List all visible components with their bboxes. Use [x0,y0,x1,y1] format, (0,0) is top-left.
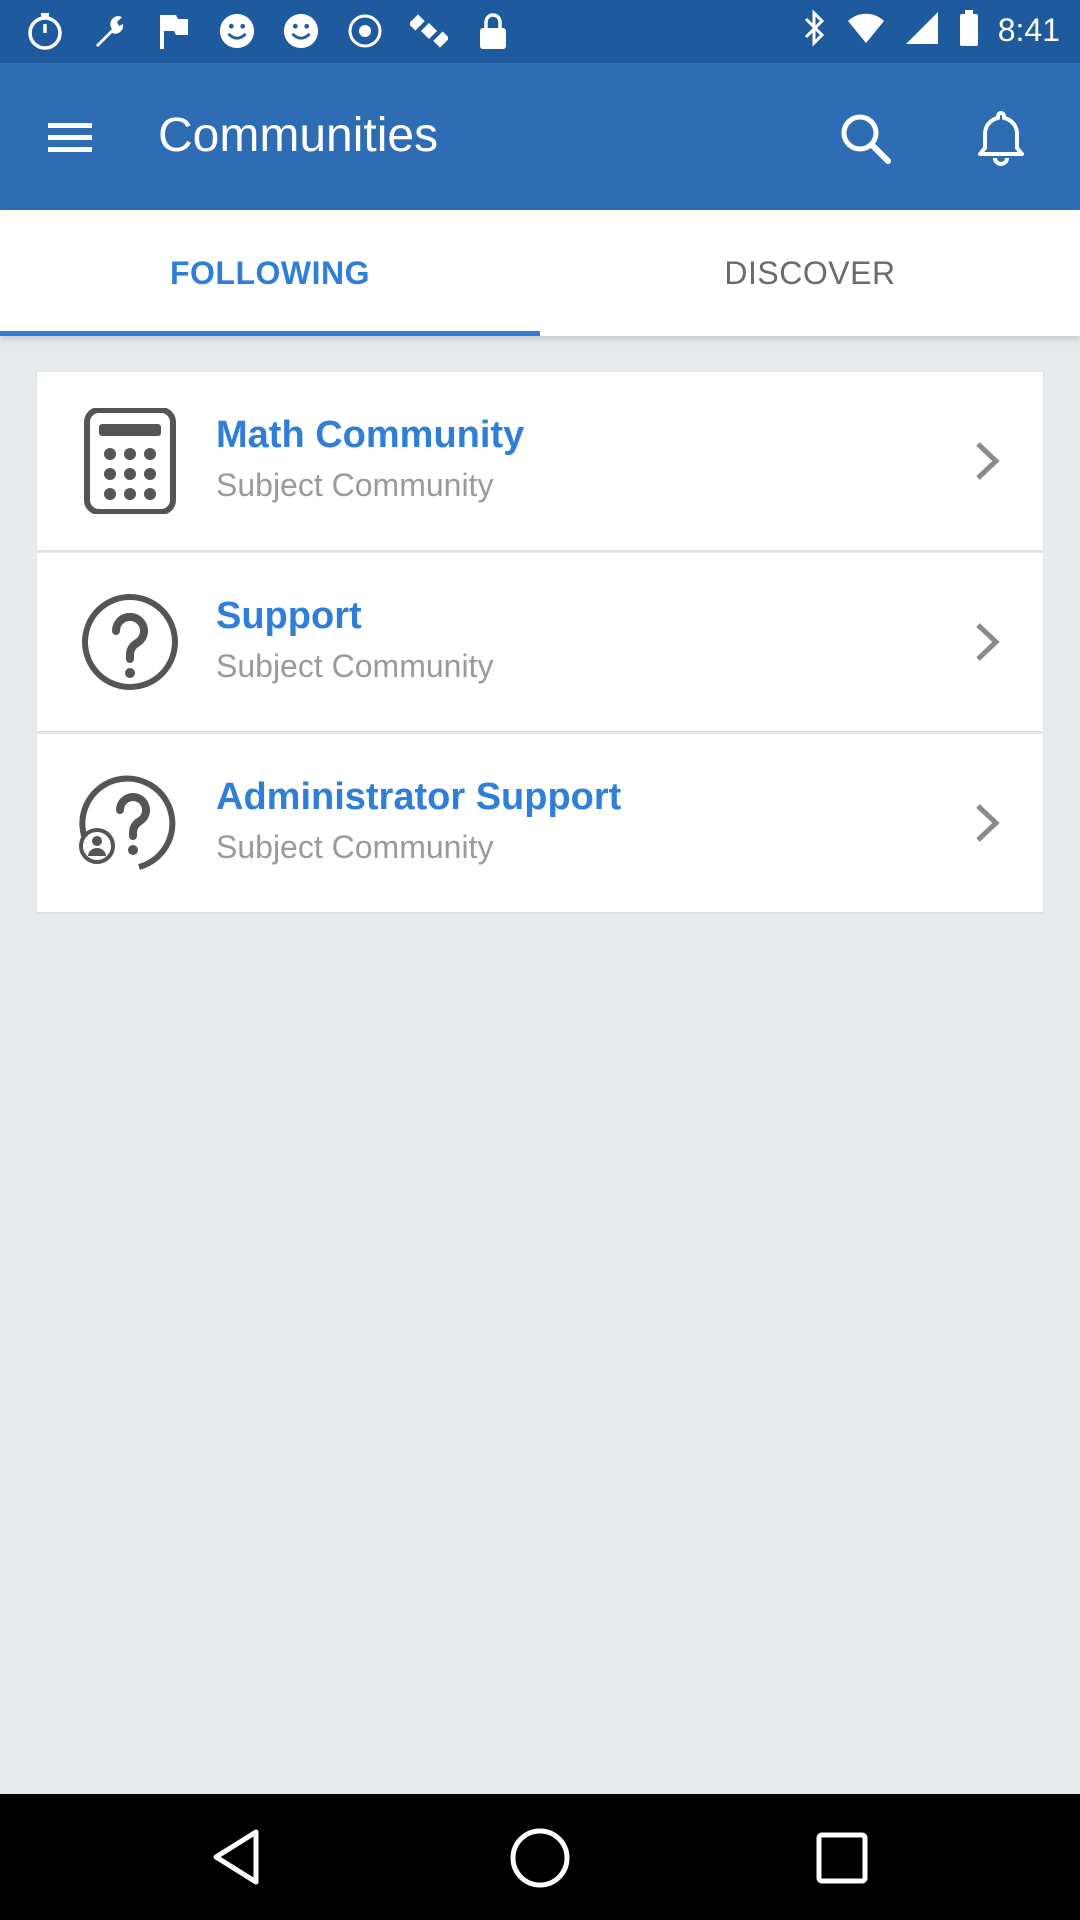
tab-bar: FOLLOWING DISCOVER [0,210,1080,336]
status-icons [26,10,512,52]
notifications-button[interactable] [968,105,1034,171]
community-item-administrator-support[interactable]: Administrator Support Subject Community [37,734,1043,912]
community-item-math[interactable]: Math Community Subject Community [37,372,1043,550]
tab-discover[interactable]: DISCOVER [540,210,1080,336]
battery-icon [958,9,980,52]
chevron-right-icon [972,619,1002,665]
smiley-icon [218,10,256,52]
flag-icon [154,10,192,52]
calculator-icon [77,407,183,515]
status-bar: 8:41 [0,0,1080,63]
smiley-icon [282,10,320,52]
community-subtitle: Subject Community [216,648,494,684]
status-time: 8:41 [997,12,1060,48]
admin-question-icon [77,770,183,876]
question-circle-icon [77,589,183,695]
community-title: Administrator Support [216,776,622,818]
lock-icon [474,10,512,52]
search-button[interactable] [832,105,898,171]
tab-indicator [0,331,540,336]
signal-icon [904,10,940,51]
community-subtitle: Subject Community [216,467,494,503]
status-right: 8:41 [800,8,1060,53]
chevron-right-icon [972,438,1002,484]
wifi-icon [846,11,886,50]
community-title: Math Community [216,414,525,456]
settings-circle-icon [346,10,384,52]
back-button[interactable] [206,1826,266,1888]
search-icon [841,114,891,164]
home-circle-icon [510,1828,570,1888]
community-title: Support [216,595,362,637]
satellite-icon [410,10,448,52]
bluetooth-icon [800,8,828,53]
menu-button[interactable] [40,113,100,163]
chevron-right-icon [972,800,1002,846]
community-subtitle: Subject Community [216,829,494,865]
hamburger-menu-icon [48,123,92,152]
app-bar: Communities [0,63,1080,210]
recent-apps-button[interactable] [812,1828,872,1888]
recent-square-icon [816,1832,868,1884]
wrench-icon [90,10,128,52]
back-triangle-icon [213,1829,259,1885]
bell-icon [978,111,1024,166]
tab-following[interactable]: FOLLOWING [0,210,540,336]
page-title: Communities [158,109,439,162]
community-list: Math Community Subject Community Support… [37,372,1043,915]
home-button[interactable] [508,1826,572,1890]
system-nav-bar [0,1794,1080,1920]
stopwatch-icon [26,10,64,52]
community-item-support[interactable]: Support Subject Community [37,553,1043,731]
